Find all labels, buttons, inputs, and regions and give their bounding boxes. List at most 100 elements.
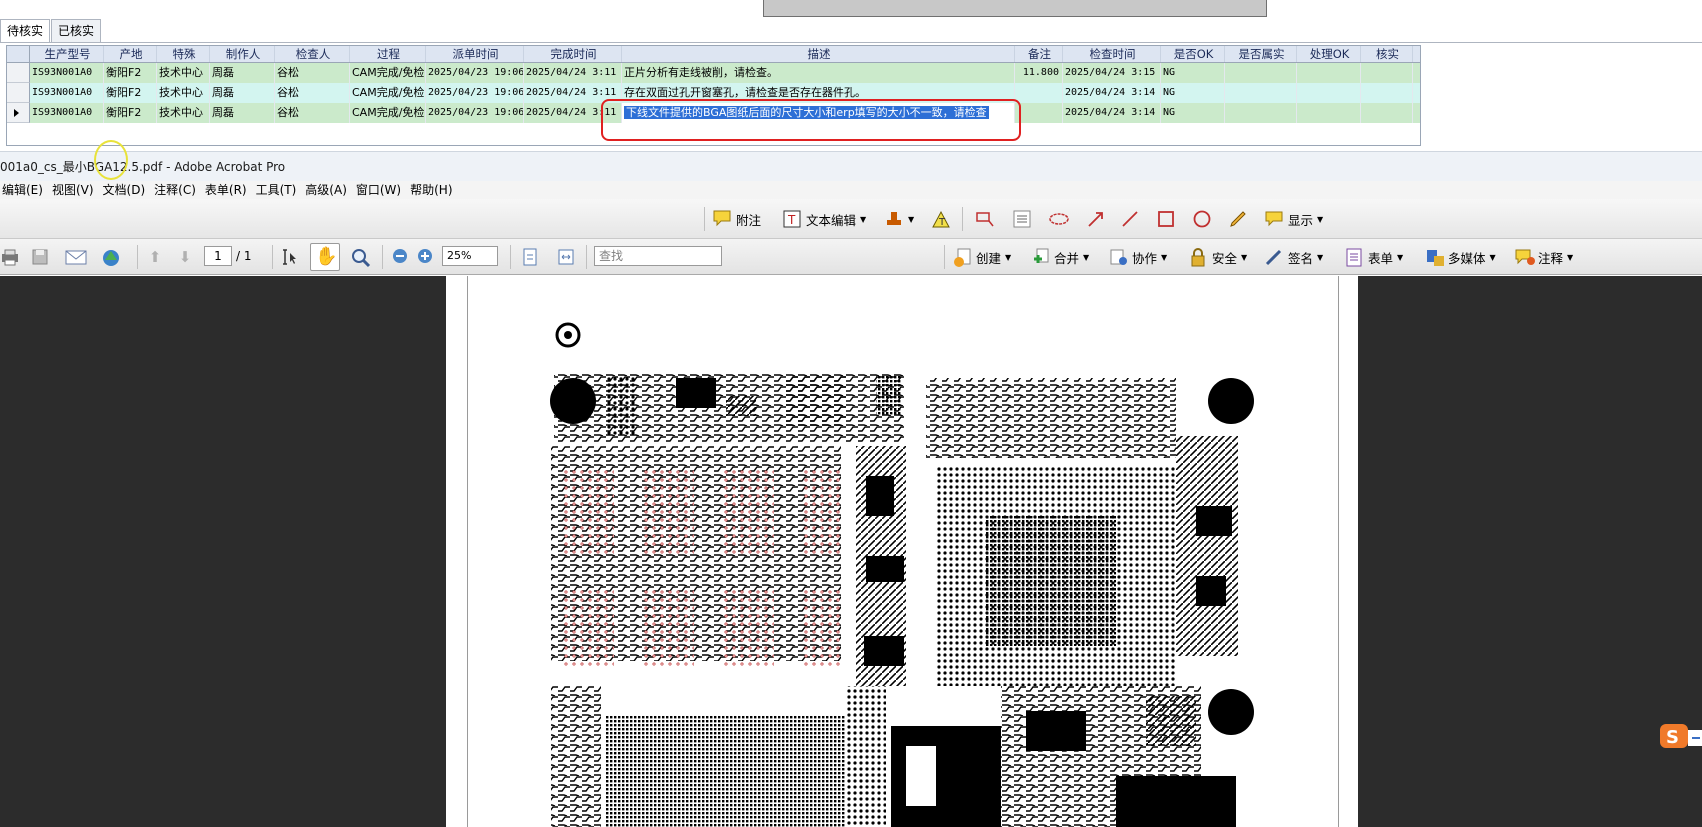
col-header-dispatch[interactable]: 派单时间 (426, 46, 524, 62)
zoom-level-input[interactable]: 25% (442, 246, 498, 266)
col-header-desc[interactable]: 描述 (622, 46, 1015, 62)
fit-width-button[interactable] (556, 245, 576, 269)
menu-help[interactable]: 帮助(H) (408, 181, 459, 199)
sign-button[interactable]: 签名 ▼ (1264, 245, 1323, 269)
text-edit-button[interactable]: T 文本编辑 ▼ (782, 207, 866, 231)
sogou-ime-icon[interactable]: S (1658, 722, 1702, 752)
rectangle-tool-button[interactable] (1156, 207, 1176, 231)
oval-tool-button[interactable] (1192, 207, 1212, 231)
text-box-icon (1012, 209, 1032, 229)
cell-site: 衡阳F2 (104, 103, 157, 123)
zoom-out-button[interactable] (390, 245, 410, 269)
line-icon (1120, 209, 1140, 229)
col-header-model[interactable]: 生产型号 (30, 46, 104, 62)
text-box-button[interactable] (1012, 207, 1032, 231)
text-highlight-button[interactable]: T (931, 207, 951, 231)
row-header-current[interactable] (7, 103, 30, 123)
svg-text:T: T (938, 217, 946, 228)
col-header-verify[interactable]: 核实 (1361, 46, 1413, 62)
collaborate-web-button[interactable] (100, 245, 120, 269)
pcb-layout-drawing (550, 322, 1254, 827)
col-header-site[interactable]: 产地 (104, 46, 157, 62)
globe-arrow-icon (100, 247, 120, 267)
show-comments-button[interactable]: 显示 ▼ (1264, 207, 1323, 231)
combine-button[interactable]: 合并 ▼ (1030, 245, 1089, 269)
save-button[interactable] (30, 245, 50, 269)
line-tool-button[interactable] (1120, 207, 1140, 231)
col-header-handled[interactable]: 处理OK (1297, 46, 1361, 62)
cell-model: IS93N001A0 (30, 63, 104, 83)
svg-text:T: T (787, 213, 796, 227)
arrow-tool-button[interactable] (1086, 207, 1106, 231)
main-toolbar: ⬆ ⬇ ✋ ▼ ▼ 创建 ▼ 合并 ▼ 协作 ▼ 安全 ▼ 签名 ▼ 表单 ▼ (0, 239, 1702, 275)
page-number-input[interactable]: 1 (204, 246, 232, 266)
cell-handled (1297, 103, 1361, 123)
grid-header: 生产型号 产地 特殊 制作人 检查人 过程 派单时间 完成时间 描述 备注 检查… (7, 46, 1420, 63)
select-text-button[interactable] (280, 245, 300, 269)
zoom-tool-button[interactable] (350, 245, 371, 269)
menu-window[interactable]: 窗口(W) (354, 181, 408, 199)
col-header-true[interactable]: 是否属实 (1225, 46, 1297, 62)
stamp-button[interactable]: ▼ (884, 207, 914, 231)
cell-model: IS93N001A0 (30, 103, 104, 123)
hand-icon: ✋ (315, 246, 338, 267)
sticky-note-button[interactable]: 附注 (712, 207, 761, 231)
menu-view[interactable]: 视图(V) (50, 181, 101, 199)
fit-page-button[interactable] (520, 245, 540, 269)
text-edit-icon: T (782, 209, 802, 229)
cell-handled (1297, 83, 1361, 103)
cell-special: 技术中心 (157, 103, 210, 123)
table-row[interactable]: IS93N001A0 衡阳F2 技术中心 周磊 谷松 CAM完成/免检 2025… (7, 63, 1420, 83)
col-header-note[interactable]: 备注 (1015, 46, 1063, 62)
comment-icon (1514, 247, 1535, 267)
window-title: 001a0_cs_最小BGA12.5.pdf - Adobe Acrobat P… (0, 160, 286, 174)
col-header-check-time[interactable]: 检查时间 (1063, 46, 1161, 62)
print-button[interactable] (0, 245, 20, 269)
collaborate-icon (1108, 247, 1128, 267)
callout-button[interactable] (975, 207, 995, 231)
email-button[interactable] (64, 245, 87, 269)
cell-dispatch: 2025/04/23 19:06 (426, 103, 524, 123)
security-button[interactable]: 安全 ▼ (1188, 245, 1247, 269)
tab-pending[interactable]: 待核实 (0, 19, 51, 43)
row-header[interactable] (7, 63, 30, 83)
highlight-text-icon: T (931, 209, 951, 229)
menu-comments[interactable]: 注释(C) (152, 181, 203, 199)
toolbar-separator (382, 245, 383, 269)
cloud-button[interactable] (1048, 207, 1069, 231)
row-header[interactable] (7, 83, 30, 103)
toolbar-separator (586, 245, 587, 269)
menu-edit[interactable]: 编辑(E) (0, 181, 50, 199)
menu-document[interactable]: 文档(D) (101, 181, 153, 199)
comment-menu-button[interactable]: 注释 ▼ (1514, 245, 1573, 269)
text-cursor-icon (280, 247, 300, 267)
svg-text:S: S (1666, 727, 1679, 748)
toolbar-separator (704, 207, 705, 231)
col-header-finish[interactable]: 完成时间 (524, 46, 622, 62)
col-header-process[interactable]: 过程 (350, 46, 426, 62)
cloud-icon (1048, 209, 1069, 229)
pencil-tool-button[interactable] (1228, 207, 1248, 231)
find-input[interactable]: 查找 (594, 246, 722, 266)
zoom-in-button[interactable] (415, 245, 435, 269)
col-header-maker[interactable]: 制作人 (210, 46, 275, 62)
menu-tools[interactable]: 工具(T) (254, 181, 304, 199)
menu-forms[interactable]: 表单(R) (203, 181, 254, 199)
col-header-ok[interactable]: 是否OK (1161, 46, 1225, 62)
forms-button[interactable]: 表单 ▼ (1344, 245, 1403, 269)
forms-label: 表单 (1368, 250, 1394, 266)
next-page-button[interactable]: ⬇ (175, 245, 195, 269)
cell-note (1015, 103, 1063, 123)
tab-verified[interactable]: 已核实 (51, 19, 102, 42)
collaborate-button[interactable]: 协作 ▼ (1108, 245, 1167, 269)
col-header-special[interactable]: 特殊 (157, 46, 210, 62)
cell-special: 技术中心 (157, 63, 210, 83)
create-pdf-button[interactable]: 创建 ▼ (952, 245, 1011, 269)
previous-page-button[interactable]: ⬆ (145, 245, 165, 269)
printer-icon (0, 247, 20, 267)
hand-tool-button[interactable]: ✋ (310, 243, 340, 271)
cell-process: CAM完成/免检 (350, 83, 426, 103)
col-header-checker[interactable]: 检查人 (275, 46, 350, 62)
menu-advanced[interactable]: 高级(A) (303, 181, 354, 199)
multimedia-button[interactable]: 多媒体 ▼ (1424, 245, 1496, 269)
